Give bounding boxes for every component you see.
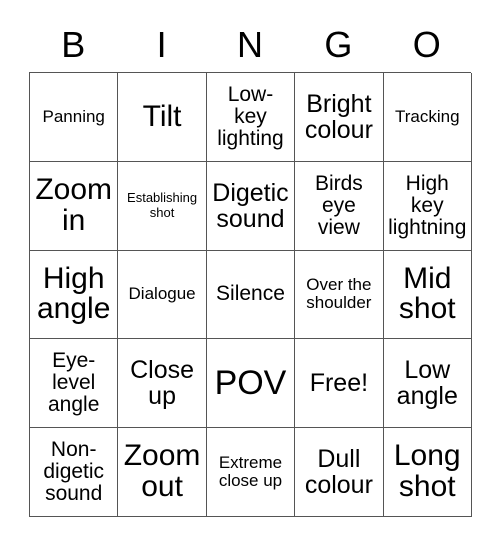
bingo-cell-r2c5[interactable]: High key lightning	[383, 161, 472, 251]
bingo-cell-r1c3[interactable]: Low- key lighting	[206, 73, 296, 162]
bingo-cell-label: Bright colour	[304, 89, 373, 144]
bingo-grid: Panning Tilt Low- key lighting Bright colou…	[29, 72, 472, 517]
bingo-header-letter-g: G	[324, 24, 353, 65]
bingo-cell-label: Low- key lighting	[217, 82, 284, 150]
bingo-cell-r5c4[interactable]: Dull colour	[295, 428, 384, 517]
bingo-cell-label: POV	[214, 364, 287, 403]
bingo-cell-label: Non- digetic sound	[43, 438, 105, 506]
bingo-cell-label: Birds eye view	[314, 171, 363, 239]
bingo-cell-label: Dialogue	[128, 284, 196, 304]
bingo-cell-label: High key lightning	[388, 171, 467, 239]
bingo-cell-r3c1[interactable]: High angle	[30, 250, 119, 340]
bingo-cell-r5c5[interactable]: Long shot	[383, 428, 472, 517]
bingo-header-row: B I N G O	[29, 0, 471, 72]
bingo-cell-r3c2[interactable]: Dialogue	[118, 250, 207, 340]
bingo-cell-r2c4[interactable]: Birds eye view	[295, 161, 384, 251]
bingo-cell-label: Panning	[42, 106, 105, 126]
bingo-cell-label: Establishing shot	[127, 190, 198, 220]
bingo-cell-r1c1[interactable]: Panning	[30, 73, 119, 162]
bingo-cell-r5c1[interactable]: Non- digetic sound	[30, 428, 119, 517]
bingo-header-letter-n: N	[236, 24, 263, 65]
bingo-cell-r1c4[interactable]: Bright colour	[295, 73, 384, 162]
bingo-cell-r4c4[interactable]: Free!	[295, 339, 384, 429]
bingo-cell-label: Tracking	[394, 106, 460, 126]
bingo-cell-label: Digetic sound	[212, 178, 289, 233]
bingo-cell-r4c5[interactable]: Low angle	[383, 339, 472, 429]
bingo-cell-label: Silence	[216, 282, 285, 306]
bingo-cell-r5c3[interactable]: Extreme close up	[206, 428, 296, 517]
bingo-cell-label: Free!	[309, 369, 369, 398]
bingo-cell-r3c3[interactable]: Silence	[206, 250, 296, 340]
bingo-cell-label: Zoom out	[123, 439, 201, 504]
bingo-cell-r3c5[interactable]: Mid shot	[383, 250, 472, 340]
bingo-cell-label: Over the shoulder	[306, 275, 372, 313]
bingo-cell-r2c1[interactable]: Zoom in	[30, 161, 119, 251]
bingo-cell-r2c3[interactable]: Digetic sound	[206, 161, 296, 251]
bingo-cell-label: Mid shot	[398, 261, 456, 326]
bingo-cell-r4c3[interactable]: POV	[206, 339, 296, 429]
bingo-cell-r2c2[interactable]: Establishing shot	[118, 161, 207, 251]
bingo-cell-label: Eye- level angle	[48, 349, 100, 417]
bingo-cell-label: Zoom in	[35, 173, 113, 237]
bingo-card: B I N G O Panning Tilt Low- key lighting Br…	[29, 0, 472, 517]
bingo-cell-label: High angle	[36, 261, 111, 326]
bingo-cell-r3c4[interactable]: Over the shoulder	[295, 250, 384, 340]
bingo-header-letter-i: I	[156, 24, 167, 65]
bingo-cell-r1c2[interactable]: Tilt	[118, 73, 207, 162]
bingo-cell-r4c2[interactable]: Close up	[118, 339, 207, 429]
bingo-cell-r1c5[interactable]: Tracking	[383, 73, 472, 162]
bingo-cell-label: Dull colour	[304, 445, 373, 500]
bingo-cell-r5c2[interactable]: Zoom out	[118, 428, 207, 517]
bingo-cell-r4c1[interactable]: Eye- level angle	[30, 339, 119, 429]
bingo-header-letter-b: B	[61, 24, 86, 65]
bingo-cell-label: Extreme close up	[218, 452, 283, 491]
bingo-cell-label: Long shot	[393, 439, 461, 504]
bingo-header-letter-o: O	[412, 24, 441, 65]
bingo-cell-label: Tilt	[142, 99, 182, 133]
bingo-cell-label: Close up	[130, 356, 195, 411]
bingo-cell-label: Low angle	[396, 356, 458, 411]
